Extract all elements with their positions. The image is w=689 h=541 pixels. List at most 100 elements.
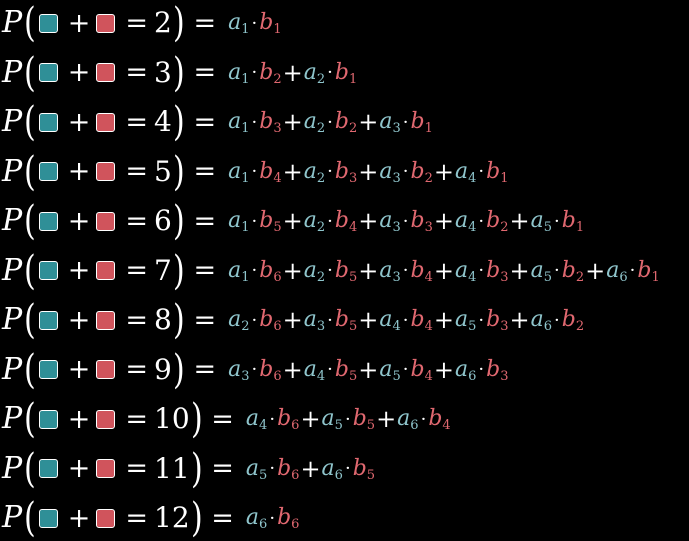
plus-sign: + xyxy=(358,306,379,334)
probability-symbol: P xyxy=(2,54,23,90)
plus-sign: + xyxy=(67,304,91,336)
close-paren: ) xyxy=(190,495,203,541)
a-variable-subscript: 4 xyxy=(468,269,477,285)
a-variable-letter: a xyxy=(321,455,335,481)
equation-row: P(+ = 8) = a2 · b6 + a3 · b5 + a4 · b4 + a5 · b3 + a6 · b2 xyxy=(2,297,584,343)
equals-sign: = xyxy=(125,502,149,534)
equals-sign: = xyxy=(193,57,217,88)
multiply-dot: · xyxy=(251,62,258,83)
open-paren: ( xyxy=(24,0,36,46)
b-variable: b3 xyxy=(486,259,508,284)
probability-symbol: P xyxy=(2,302,23,337)
product-term: a6 · b5 xyxy=(321,455,376,482)
a-variable: a3 xyxy=(304,309,325,334)
sum-value: 4 xyxy=(154,105,172,138)
plus-sign: + xyxy=(433,256,454,285)
multiply-dot: · xyxy=(629,260,636,281)
open-paren: ( xyxy=(24,396,36,442)
equals-sign: = xyxy=(125,453,149,484)
multiply-dot: · xyxy=(344,458,351,479)
red-die-square-icon xyxy=(96,162,116,181)
product-term: a2 · b2 xyxy=(304,111,358,136)
b-variable-subscript: 1 xyxy=(651,269,660,285)
product-term: a4 · b5 xyxy=(304,358,358,384)
a-variable-subscript: 6 xyxy=(410,418,419,433)
product-term: a3 · b3 xyxy=(379,208,433,235)
b-variable: b3 xyxy=(411,210,433,235)
plus-sign: + xyxy=(67,255,91,286)
teal-die-square-icon xyxy=(38,112,58,132)
product-term: a4 · b1 xyxy=(455,160,509,185)
a-variable: a4 xyxy=(246,408,267,433)
teal-die-square-icon xyxy=(38,261,58,280)
product-term: a6 · b3 xyxy=(455,358,509,383)
a-variable-letter: a xyxy=(228,109,242,134)
b-variable-letter: b xyxy=(259,109,274,134)
product-term: a2 · b6 xyxy=(228,309,282,334)
a-variable: a5 xyxy=(322,408,343,433)
probability-symbol: P xyxy=(2,500,23,535)
a-variable: a3 xyxy=(228,358,249,383)
a-variable: a2 xyxy=(304,210,325,235)
a-variable-letter: a xyxy=(303,257,317,283)
plus-sign: + xyxy=(300,405,321,433)
b-variable-letter: b xyxy=(410,158,425,184)
a-variable-letter: a xyxy=(228,257,242,283)
equals-sign: = xyxy=(125,354,149,385)
plus-sign: + xyxy=(358,157,379,186)
b-variable-subscript: 4 xyxy=(273,170,282,186)
b-variable-subscript: 3 xyxy=(424,220,433,235)
b-variable-subscript: 4 xyxy=(442,418,451,433)
b-variable-subscript: 5 xyxy=(273,220,282,235)
b-variable-letter: b xyxy=(561,208,576,233)
b-variable: b3 xyxy=(486,307,508,334)
b-variable: b2 xyxy=(562,259,584,284)
multiply-dot: · xyxy=(251,12,258,34)
multiply-dot: · xyxy=(402,359,409,380)
probability-equations: P(+ = 2) = a1 · b1 P(+ = 3) = a1 · b2 + a2 · b1 P(+ = 4) = a1 ·… xyxy=(0,0,689,538)
probability-symbol: P xyxy=(2,5,23,40)
a-variable-letter: a xyxy=(379,208,393,233)
a-variable: a6 xyxy=(397,408,419,433)
a-variable-subscript: 4 xyxy=(316,368,326,384)
sum-value: 5 xyxy=(154,154,172,188)
a-variable-subscript: 2 xyxy=(316,121,326,136)
red-die-square-icon xyxy=(96,63,116,82)
b-variable-subscript: 4 xyxy=(348,220,358,235)
equation-row: P(+ = 6) = a1 · b5 + a2 · b4 + a3 · b3 + a4 · b2 + a5 · b1 xyxy=(2,198,584,244)
b-variable-letter: b xyxy=(277,406,292,431)
b-variable-subscript: 4 xyxy=(424,368,433,384)
product-term: a3 · b4 xyxy=(379,259,433,284)
multiply-dot: · xyxy=(420,408,427,430)
product-term: a3 · b6 xyxy=(228,358,282,383)
b-variable-letter: b xyxy=(334,59,349,85)
b-variable-subscript: 2 xyxy=(348,121,358,136)
red-die-square-icon xyxy=(96,261,116,280)
a-variable: a1 xyxy=(228,210,249,235)
product-term: a6 · b2 xyxy=(530,307,585,334)
b-variable-letter: b xyxy=(352,455,367,481)
a-variable: a4 xyxy=(455,259,477,285)
sum-value: 7 xyxy=(154,253,172,287)
close-paren: ) xyxy=(172,247,185,294)
plus-sign: + xyxy=(509,256,530,285)
b-variable-letter: b xyxy=(637,257,652,283)
b-variable-letter: b xyxy=(486,307,501,332)
sum-of-products: a4 · b6 + a5 · b5 + a6 · b4 xyxy=(246,405,451,433)
multiply-dot: · xyxy=(327,260,333,281)
multiply-dot: · xyxy=(327,161,333,182)
b-variable-subscript: 3 xyxy=(273,121,282,136)
multiply-dot: · xyxy=(478,359,485,380)
product-term: a3 · b2 xyxy=(379,158,433,185)
b-variable: b6 xyxy=(259,358,281,383)
b-variable: b1 xyxy=(411,111,433,136)
plus-sign: + xyxy=(433,355,454,384)
b-variable: b6 xyxy=(259,309,281,334)
a-variable-letter: a xyxy=(530,307,544,332)
close-paren: ) xyxy=(172,148,185,195)
a-variable-letter: a xyxy=(530,208,544,233)
product-term: a1 · b3 xyxy=(228,109,282,136)
equation-row: P(+ = 4) = a1 · b3 + a2 · b2 + a3 · b1 xyxy=(2,99,433,145)
multiply-dot: · xyxy=(478,161,485,182)
b-variable: b3 xyxy=(486,358,508,383)
